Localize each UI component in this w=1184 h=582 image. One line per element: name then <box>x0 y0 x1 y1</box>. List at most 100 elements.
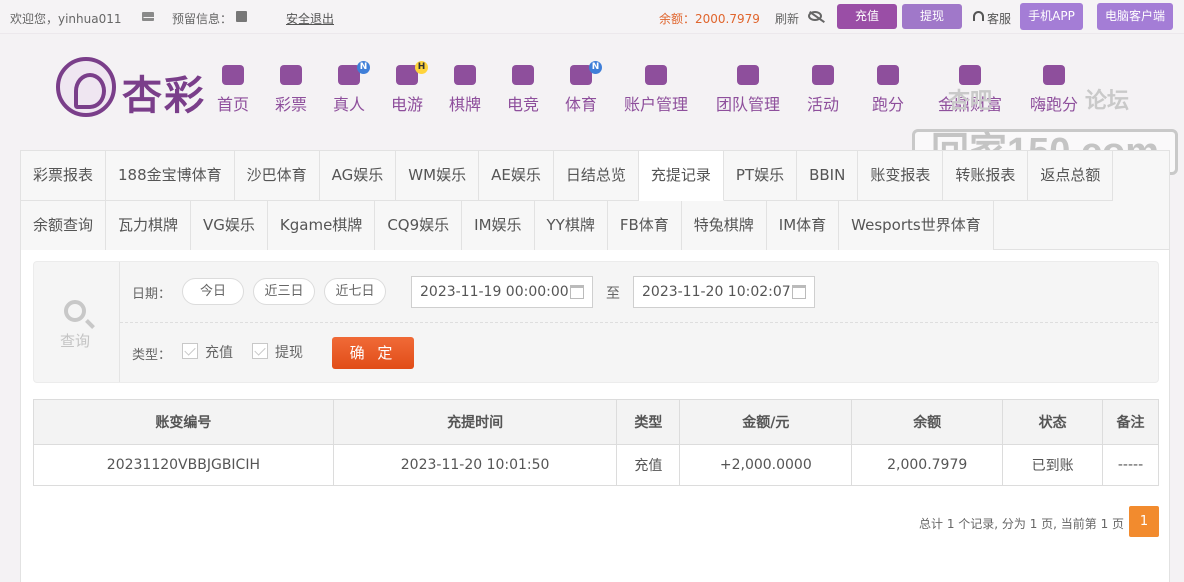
hide-balance-icon[interactable] <box>808 11 822 21</box>
report-tabs: 彩票报表 188金宝博体育 沙巴体育 AG娱乐 WM娱乐 AE娱乐 日结总览 充提记录 PT娱乐… <box>20 150 1170 251</box>
tab-tabs_row1-1[interactable]: 188金宝博体育 <box>106 151 235 201</box>
nav-item-6[interactable]: N 体育 <box>565 61 602 115</box>
logout-link[interactable]: 安全退出 <box>286 10 334 27</box>
nav-item-4[interactable]: 棋牌 <box>449 65 481 115</box>
tab-tabs_row1-0[interactable]: 彩票报表 <box>21 151 107 201</box>
table-cell: 充值 <box>616 444 681 486</box>
tab-tabs_row2-3[interactable]: Kgame棋牌 <box>267 201 376 251</box>
tab-tabs_row2-7[interactable]: FB体育 <box>607 201 682 251</box>
column-header: 状态 <box>1002 399 1104 445</box>
site-logo[interactable]: 杏彩 <box>56 57 206 119</box>
nav-item-7[interactable]: 账户管理 <box>624 65 688 115</box>
nav-item-label: 首页 <box>217 95 250 114</box>
column-header: 账变编号 <box>33 399 334 445</box>
dealer-icon: N <box>338 61 370 85</box>
to-label: 至 <box>606 286 620 302</box>
nav-item-label: 电竞 <box>507 95 540 114</box>
tab-tabs_row2-0[interactable]: 余额查询 <box>21 201 107 251</box>
nav-item-3[interactable]: H 电游 <box>391 61 428 115</box>
nav-badge: N <box>357 61 370 74</box>
tab-tabs_row1-7[interactable]: 充提记录 <box>638 151 724 201</box>
column-header: 备注 <box>1102 399 1159 445</box>
tab-tabs_row2-4[interactable]: CQ9娱乐 <box>375 201 463 251</box>
nav-item-label: 棋牌 <box>449 95 482 114</box>
top-bar: 欢迎您，yinhua011 预留信息： 安全退出 余额：2000.7979 刷新… <box>0 0 1184 34</box>
mail-icon[interactable] <box>142 12 155 21</box>
edit-icon[interactable] <box>236 11 247 22</box>
nav-item-2[interactable]: N 真人 <box>333 61 370 115</box>
hi-icon <box>1043 65 1065 85</box>
recharge-checkbox-label: 充值 <box>205 345 233 361</box>
column-header: 充提时间 <box>332 399 618 445</box>
tab-tabs_row2-2[interactable]: VG娱乐 <box>191 201 268 251</box>
cards-icon <box>454 65 476 85</box>
filter-panel: 查询 日期： 今日 近三日 近七日 2023-11-19 00:00:00 至 … <box>33 261 1159 383</box>
tab-tabs_row1-5[interactable]: AE娱乐 <box>479 151 554 201</box>
tab-tabs_row2-1[interactable]: 瓦力棋牌 <box>106 201 192 251</box>
nav-item-label: 活动 <box>807 95 840 114</box>
header: 杏彩 首页 彩票 N 真人 H 电游 棋牌 电竞 N 体育 账户管理 团队管理 活动 跑分 金鼎财富 嗨跑分 … <box>0 35 1184 175</box>
checkbox-icon[interactable] <box>182 343 198 359</box>
tab-tabs_row1-3[interactable]: AG娱乐 <box>319 151 397 201</box>
withdraw-button[interactable]: 提现 <box>902 4 962 29</box>
tab-tabs_row2-9[interactable]: IM体育 <box>766 201 840 251</box>
query-box[interactable]: 查询 <box>34 262 120 382</box>
column-header: 类型 <box>616 399 681 445</box>
table-cell: 已到账 <box>1002 444 1104 486</box>
nav-item-9[interactable]: 活动 <box>807 65 839 115</box>
today-button[interactable]: 今日 <box>182 278 244 305</box>
tab-tabs_row1-8[interactable]: PT娱乐 <box>723 151 798 201</box>
refresh-link[interactable]: 刷新 <box>775 10 799 27</box>
tab-tabs_row2-5[interactable]: IM娱乐 <box>462 201 535 251</box>
mobile-app-button[interactable]: 手机APP <box>1020 3 1083 30</box>
nav-item-11[interactable]: 金鼎财富 <box>938 65 1002 115</box>
nav-badge: N <box>589 61 602 74</box>
run-icon <box>877 65 899 85</box>
lottery-icon <box>280 65 302 85</box>
watermark-line2: 论坛 <box>1085 89 1130 114</box>
tab-tabs_row2-10[interactable]: Wesports世界体育 <box>839 201 994 251</box>
tab-tabs_row1-12[interactable]: 返点总额 <box>1028 151 1114 201</box>
recharge-button[interactable]: 充值 <box>837 4 897 29</box>
nav-item-12[interactable]: 嗨跑分 <box>1030 65 1078 115</box>
tab-tabs_row2-6[interactable]: YY棋牌 <box>534 201 608 251</box>
last3-button[interactable]: 近三日 <box>253 278 315 305</box>
yen-icon <box>645 65 667 85</box>
date-label: 日期： <box>132 287 172 302</box>
page-button-1[interactable]: 1 <box>1129 506 1159 537</box>
table-body: 20231120VBBJGBICIH 2023-11-20 10:01:50 充值 +… <box>33 444 1159 486</box>
confirm-button[interactable]: 确 定 <box>332 337 414 369</box>
tab-tabs_row1-11[interactable]: 转账报表 <box>943 151 1029 201</box>
team-icon <box>737 65 759 85</box>
nav-item-0[interactable]: 首页 <box>217 65 249 115</box>
tab-tabs_row1-6[interactable]: 日结总览 <box>553 151 639 201</box>
tab-tabs_row1-10[interactable]: 账变报表 <box>858 151 944 201</box>
nav-item-5[interactable]: 电竞 <box>507 65 539 115</box>
headset-icon[interactable] <box>973 11 984 21</box>
balance-text: 余额：2000.7979 <box>659 12 760 26</box>
pc-client-button[interactable]: 电脑客户端 <box>1097 3 1173 30</box>
end-date-input[interactable]: 2023-11-20 10:02:07 <box>633 276 815 308</box>
last7-button[interactable]: 近七日 <box>324 278 386 305</box>
start-date-input[interactable]: 2023-11-19 00:00:00 <box>411 276 593 308</box>
nav-badge: H <box>415 61 428 74</box>
checkbox-icon[interactable] <box>252 343 268 359</box>
tab-tabs_row1-9[interactable]: BBIN <box>797 151 859 201</box>
query-label: 查询 <box>60 332 91 350</box>
tab-row-1: 彩票报表 188金宝博体育 沙巴体育 AG娱乐 WM娱乐 AE娱乐 日结总览 充提记录 PT娱乐… <box>21 151 1114 201</box>
tab-tabs_row1-2[interactable]: 沙巴体育 <box>234 151 320 201</box>
tab-tabs_row2-8[interactable]: 特兔棋牌 <box>681 201 767 251</box>
logo-emblem-icon <box>56 57 116 117</box>
withdraw-checkbox-label: 提现 <box>275 345 303 361</box>
nav-item-label: 电游 <box>391 95 424 114</box>
nav-item-1[interactable]: 彩票 <box>275 65 307 115</box>
customer-service-link[interactable]: 客服 <box>987 10 1011 27</box>
trophy-icon: N <box>570 61 602 85</box>
calendar-icon[interactable] <box>792 285 806 299</box>
nav-item-10[interactable]: 跑分 <box>872 65 904 115</box>
tab-tabs_row1-4[interactable]: WM娱乐 <box>396 151 480 201</box>
calendar-icon[interactable] <box>570 285 584 299</box>
nav-item-label: 彩票 <box>275 95 308 114</box>
nav-item-label: 体育 <box>565 95 598 114</box>
nav-item-8[interactable]: 团队管理 <box>716 65 780 115</box>
